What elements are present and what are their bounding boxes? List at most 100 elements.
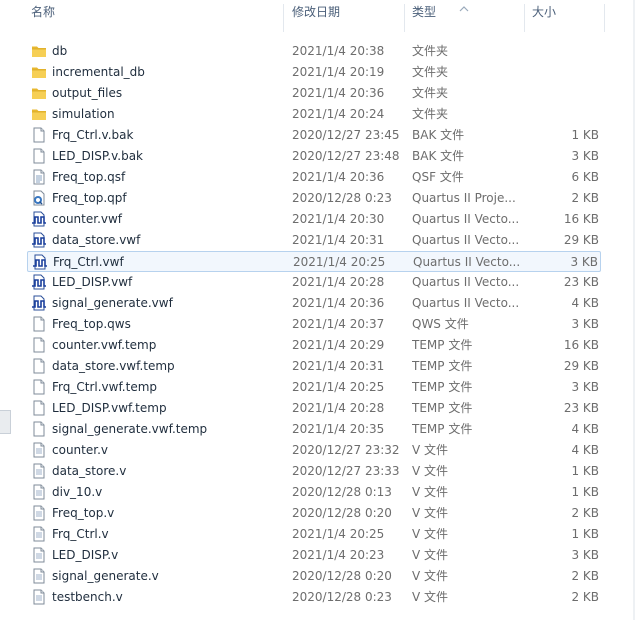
file-row[interactable]: output_files 2021/1/4 20:36 文件夹 [27,83,601,104]
file-type: V 文件 [412,464,449,478]
file-size: 1 KB [571,485,599,499]
file-type: V 文件 [412,569,449,583]
column-divider[interactable] [524,4,525,32]
column-divider[interactable] [404,4,405,32]
file-name: Freq_top.v [52,506,115,520]
verilog-file-icon [31,526,47,542]
type-column-header[interactable]: 类型 [412,0,436,36]
file-row[interactable]: LED_DISP.v.bak 2020/12/27 23:48 BAK 文件 3 KB [27,146,601,167]
file-row[interactable]: incremental_db 2021/1/4 20:19 文件夹 [27,62,601,83]
file-size: 4 KB [571,296,599,310]
file-name: counter.vwf.temp [52,338,157,352]
file-row[interactable]: db 2021/1/4 20:38 文件夹 [27,41,601,62]
file-type: Quartus II Proje... [412,191,516,205]
size-column-header[interactable]: 大小 [532,0,556,36]
file-modified-date: 2021/1/4 20:31 [292,233,385,247]
file-row[interactable]: counter.vwf.temp 2021/1/4 20:29 TEMP 文件 16 … [27,335,601,356]
file-modified-date: 2021/1/4 20:29 [292,338,385,352]
folder-icon [31,64,47,80]
file-modified-date: 2020/12/28 0:20 [292,569,392,583]
file-row[interactable]: div_10.v 2020/12/28 0:13 V 文件 1 KB [27,482,601,503]
file-row[interactable]: Frq_Ctrl.v.bak 2020/12/27 23:45 BAK 文件 1 KB [27,125,601,146]
verilog-file-icon [31,463,47,479]
file-row[interactable]: signal_generate.v 2020/12/28 0:20 V 文件 2 KB [27,566,601,587]
file-size: 3 KB [571,317,599,331]
folder-icon [31,106,47,122]
file-row[interactable]: Freq_top.qsf 2021/1/4 20:36 QSF 文件 6 KB [27,167,601,188]
file-row[interactable]: Frq_Ctrl.vwf.temp 2021/1/4 20:25 TEMP 文件 3 … [27,377,601,398]
file-name: div_10.v [52,485,103,499]
column-divider[interactable] [604,4,605,32]
file-row[interactable]: data_store.v 2020/12/27 23:33 V 文件 1 KB [27,461,601,482]
verilog-file-icon [31,568,47,584]
file-row[interactable]: testbench.v 2020/12/28 0:23 V 文件 2 KB [27,587,601,608]
file-name: db [52,44,68,58]
waveform-file-icon [31,274,47,290]
file-row[interactable]: LED_DISP.vwf.temp 2021/1/4 20:28 TEMP 文件 23… [27,398,601,419]
file-row[interactable]: Frq_Ctrl.vwf 2021/1/4 20:25 Quartus II Vec… [27,251,601,272]
waveform-file-icon [31,232,47,248]
file-type: V 文件 [412,527,449,541]
file-type: BAK 文件 [412,149,465,163]
column-header: 名称 修改日期 类型 大小 [0,0,635,36]
navigation-pane-splitter[interactable] [0,410,11,434]
file-row[interactable]: Freq_top.qws 2021/1/4 20:37 QWS 文件 3 KB [27,314,601,335]
waveform-file-icon [31,295,47,311]
file-modified-date: 2021/1/4 20:38 [292,44,385,58]
file-name: Frq_Ctrl.v.bak [52,128,134,142]
date-column-header[interactable]: 修改日期 [292,0,340,36]
file-row[interactable]: LED_DISP.v 2021/1/4 20:23 V 文件 3 KB [27,545,601,566]
file-modified-date: 2020/12/28 0:23 [292,590,392,604]
file-row[interactable]: signal_generate.vwf.temp 2021/1/4 20:35 TE… [27,419,601,440]
file-type: TEMP 文件 [412,401,473,415]
file-name: counter.vwf [52,212,123,226]
file-row[interactable]: LED_DISP.vwf 2021/1/4 20:28 Quartus II Vec… [27,272,601,293]
file-size: 3 KB [571,380,599,394]
file-modified-date: 2021/1/4 20:30 [292,212,385,226]
file-size: 2 KB [571,590,599,604]
file-modified-date: 2021/1/4 20:36 [292,86,385,100]
file-size: 3 KB [571,149,599,163]
file-type: TEMP 文件 [412,422,473,436]
file-row[interactable]: data_store.vwf 2021/1/4 20:31 Quartus II V… [27,230,601,251]
file-modified-date: 2021/1/4 20:28 [292,275,385,289]
file-type: 文件夹 [412,65,449,79]
file-row[interactable]: counter.vwf 2021/1/4 20:30 Quartus II Vect… [27,209,601,230]
file-modified-date: 2021/1/4 20:36 [292,170,385,184]
file-name: signal_generate.vwf.temp [52,422,208,436]
column-divider[interactable] [283,4,284,32]
file-row[interactable]: Freq_top.v 2020/12/28 0:20 V 文件 2 KB [27,503,601,524]
file-modified-date: 2021/1/4 20:35 [292,422,385,436]
file-row[interactable]: Freq_top.qpf 2020/12/28 0:23 Quartus II Pr… [27,188,601,209]
verilog-file-icon [31,484,47,500]
file-row[interactable]: data_store.vwf.temp 2021/1/4 20:31 TEMP 文件… [27,356,601,377]
file-name: counter.v [52,443,108,457]
file-name: signal_generate.v [52,569,159,583]
file-type: V 文件 [412,485,449,499]
blank-file-icon [31,316,47,332]
file-type: V 文件 [412,506,449,520]
blank-file-icon [31,337,47,353]
file-row[interactable]: simulation 2021/1/4 20:24 文件夹 [27,104,601,125]
file-name: Frq_Ctrl.vwf [53,255,124,269]
file-modified-date: 2020/12/27 23:33 [292,464,400,478]
file-type: Quartus II Vecto... [412,233,520,247]
verilog-file-icon [31,547,47,563]
file-size: 29 KB [563,359,599,373]
file-row[interactable]: Frq_Ctrl.v 2021/1/4 20:25 V 文件 1 KB [27,524,601,545]
file-modified-date: 2021/1/4 20:23 [292,548,385,562]
blank-file-icon [31,400,47,416]
name-column-header[interactable]: 名称 [31,0,55,36]
blank-file-icon [31,379,47,395]
file-row[interactable]: counter.v 2020/12/27 23:32 V 文件 4 KB [27,440,601,461]
file-name: Freq_top.qsf [52,170,126,184]
blank-file-icon [31,148,47,164]
file-name: Frq_Ctrl.vwf.temp [52,380,158,394]
file-name: Freq_top.qpf [52,191,127,205]
file-modified-date: 2021/1/4 20:25 [293,255,386,269]
file-name: Freq_top.qws [52,317,131,331]
file-row[interactable]: signal_generate.vwf 2021/1/4 20:36 Quartus… [27,293,601,314]
waveform-file-icon [31,211,47,227]
file-modified-date: 2021/1/4 20:31 [292,359,385,373]
sort-ascending-icon [459,6,469,12]
